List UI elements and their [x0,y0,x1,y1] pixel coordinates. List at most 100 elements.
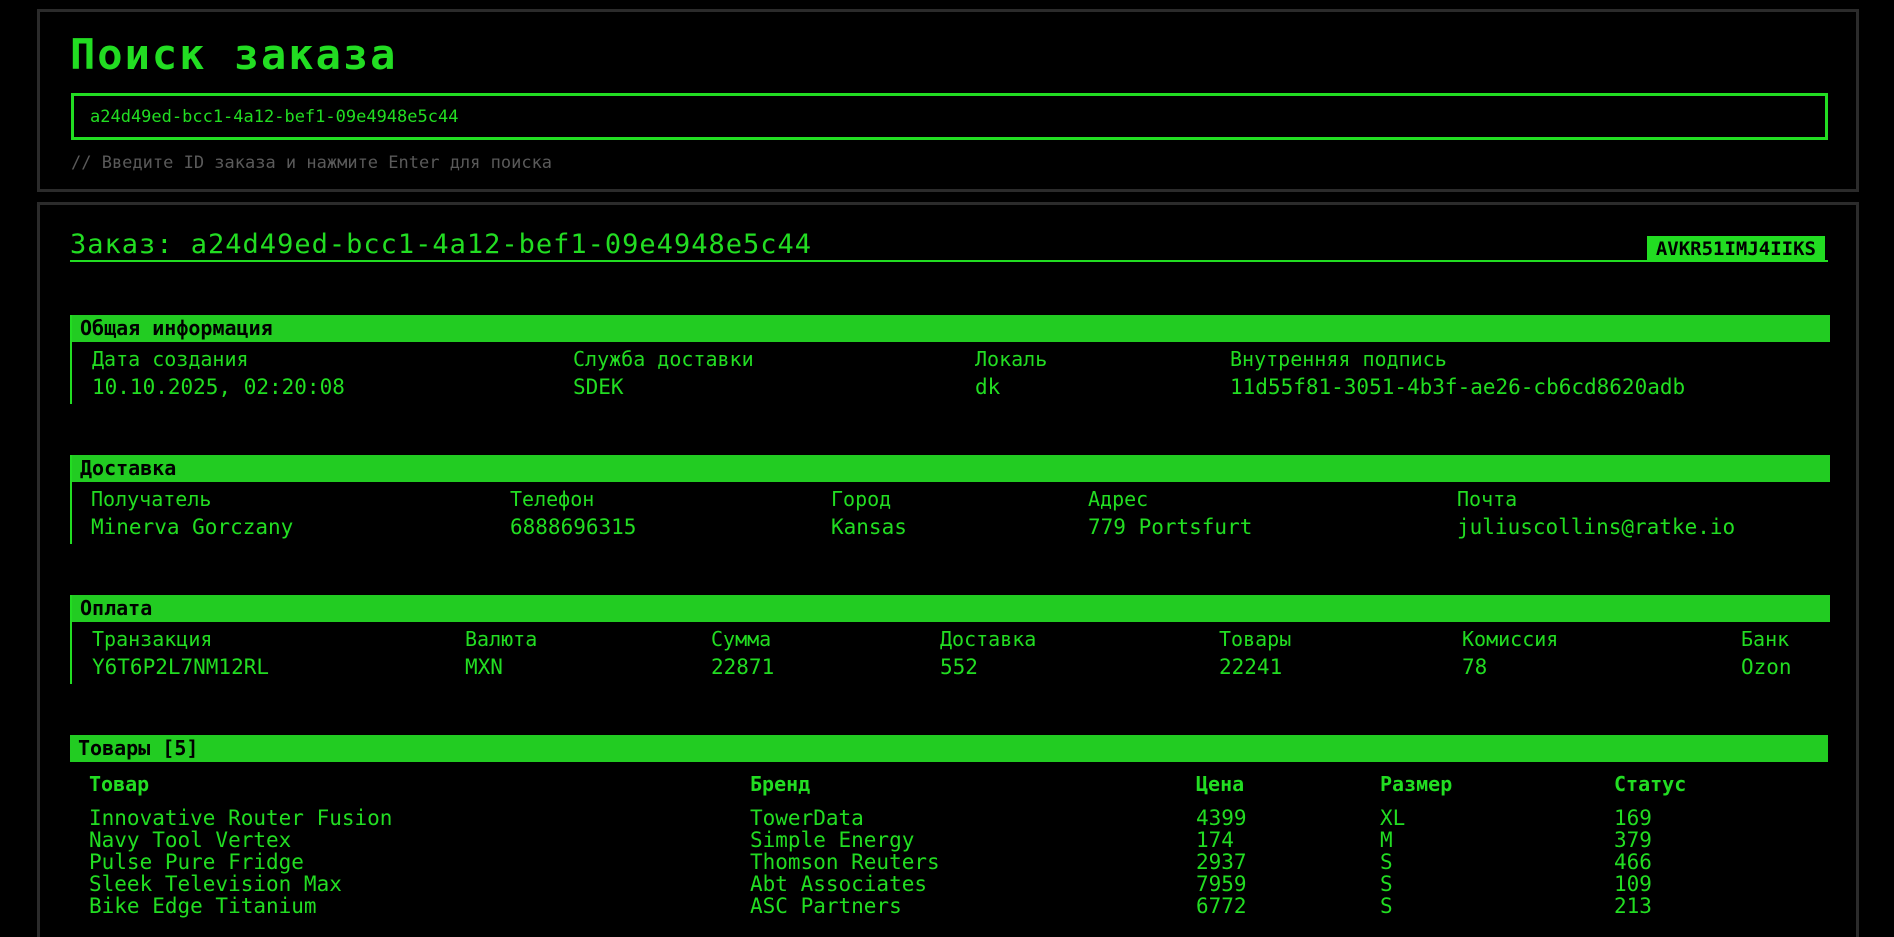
fee-label: Комиссия [1462,627,1559,651]
product-brand: Simple Energy [750,828,915,852]
items-header: Товары [5] [70,735,1828,762]
delivery-cost-label: Доставка [940,627,1037,651]
email-label: Почта [1457,487,1518,511]
locale-field: Локаль dk [975,347,1047,399]
product-brand: Thomson Reuters [750,850,940,874]
column-header-status: Статус [1614,772,1687,796]
items-table: Товар Бренд Цена Размер Статус Innovativ… [70,762,1828,932]
items-section: Товары [5] Товар Бренд Цена Размер Стату… [70,735,1828,932]
fee-value: 78 [1462,655,1488,679]
column-header-product: Товар [89,772,150,796]
amount-label: Сумма [711,627,772,651]
city-field: Город Kansas [831,487,907,539]
transaction-field: Транзакция Y6T6P2L7NM12RL [92,627,269,679]
search-title: Поиск заказа [70,30,398,79]
fee-field: Комиссия 78 [1462,627,1558,679]
currency-label: Валюта [465,627,538,651]
city-value: Kansas [831,515,907,539]
product-price: 4399 [1196,806,1247,830]
bank-label: Банк [1741,627,1790,651]
product-brand: TowerData [750,806,864,830]
delivery-cost-value: 552 [940,655,978,679]
address-value: 779 Portsfurt [1088,515,1253,539]
product-status: 379 [1614,828,1652,852]
service-field: Служба доставки SDEK [573,347,754,399]
general-info-section: Общая информация Дата создания 10.10.202… [70,315,1830,404]
phone-field: Телефон 6888696315 [510,487,636,539]
column-header-price: Цена [1196,772,1245,796]
amount-value: 22871 [711,655,775,679]
currency-value: MXN [465,655,503,679]
transaction-label: Транзакция [92,627,213,651]
city-label: Город [831,487,892,511]
product-size: XL [1380,806,1406,830]
product-status: 466 [1614,850,1652,874]
order-title-underline [70,260,1828,262]
product-brand: ASC Partners [750,894,902,918]
column-header-brand: Бренд [750,772,811,796]
delivery-cost-field: Доставка 552 [940,627,1036,679]
goods-total-field: Товары 22241 [1219,627,1291,679]
signature-field: Внутренняя подпись 11d55f81-3051-4b3f-ae… [1230,347,1685,399]
product-name: Innovative Router Fusion [89,806,393,830]
address-label: Адрес [1088,487,1149,511]
product-size: S [1380,894,1393,918]
goods-total-value: 22241 [1219,655,1283,679]
table-row: Pulse Pure Fridge Thomson Reuters 2937 S… [70,850,1828,874]
bank-field: Банк Ozon [1741,627,1792,679]
bank-value: Ozon [1741,655,1792,679]
table-row: Innovative Router Fusion TowerData 4399 … [70,806,1828,830]
product-price: 7959 [1196,872,1247,896]
product-price: 6772 [1196,894,1247,918]
phone-value: 6888696315 [510,515,637,539]
delivery-header: Доставка [72,455,1830,482]
product-name: Bike Edge Titanium [89,894,317,918]
table-row: Bike Edge Titanium ASC Partners 6772 S 2… [70,894,1828,918]
email-field: Почта juliuscollins@ratke.io [1457,487,1735,539]
product-size: S [1380,872,1393,896]
search-hint: // Введите ID заказа и нажмите Enter для… [71,153,553,173]
recipient-field: Получатель Minerva Gorczany [91,487,293,539]
table-row: Sleek Television Max Abt Associates 7959… [70,872,1828,896]
product-name: Pulse Pure Fridge [89,850,304,874]
general-info-header: Общая информация [72,315,1830,342]
order-panel: Заказ: a24d49ed-bcc1-4a12-bef1-09e4948e5… [37,202,1859,937]
search-panel: Поиск заказа // Введите ID заказа и нажм… [37,9,1859,192]
recipient-value: Minerva Gorczany [91,515,294,539]
product-status: 109 [1614,872,1652,896]
product-size: M [1380,828,1393,852]
locale-label: Локаль [975,347,1048,371]
transaction-value: Y6T6P2L7NM12RL [92,655,270,679]
created-field: Дата создания 10.10.2025, 02:20:08 [92,347,345,399]
product-brand: Abt Associates [750,872,928,896]
service-label: Служба доставки [573,347,754,371]
product-name: Sleek Television Max [89,872,342,896]
created-label: Дата создания [92,347,249,371]
signature-value: 11d55f81-3051-4b3f-ae26-cb6cd8620adb [1230,375,1686,399]
email-value: juliuscollins@ratke.io [1457,515,1736,539]
product-size: S [1380,850,1393,874]
product-name: Navy Tool Vertex [89,828,292,852]
currency-field: Валюта MXN [465,627,537,679]
product-price: 174 [1196,828,1234,852]
locale-value: dk [975,375,1001,399]
table-row: Navy Tool Vertex Simple Energy 174 M 379 [70,828,1828,852]
goods-total-label: Товары [1219,627,1292,651]
column-header-size: Размер [1380,772,1453,796]
phone-label: Телефон [510,487,595,511]
order-id-search-input[interactable] [71,93,1828,140]
service-value: SDEK [573,375,624,399]
address-field: Адрес 779 Portsfurt [1088,487,1252,539]
product-price: 2937 [1196,850,1247,874]
recipient-label: Получатель [91,487,212,511]
product-status: 169 [1614,806,1652,830]
payment-header: Оплата [72,595,1830,622]
created-value: 10.10.2025, 02:20:08 [92,375,345,399]
amount-field: Сумма 22871 [711,627,774,679]
signature-label: Внутренняя подпись [1230,347,1447,371]
order-code-badge: AVKR51IMJ4IIKS [1646,236,1825,262]
payment-section: Оплата Транзакция Y6T6P2L7NM12RL Валюта … [70,595,1830,684]
delivery-section: Доставка Получатель Minerva Gorczany Тел… [70,455,1830,544]
order-title: Заказ: a24d49ed-bcc1-4a12-bef1-09e4948e5… [70,229,812,260]
product-status: 213 [1614,894,1652,918]
